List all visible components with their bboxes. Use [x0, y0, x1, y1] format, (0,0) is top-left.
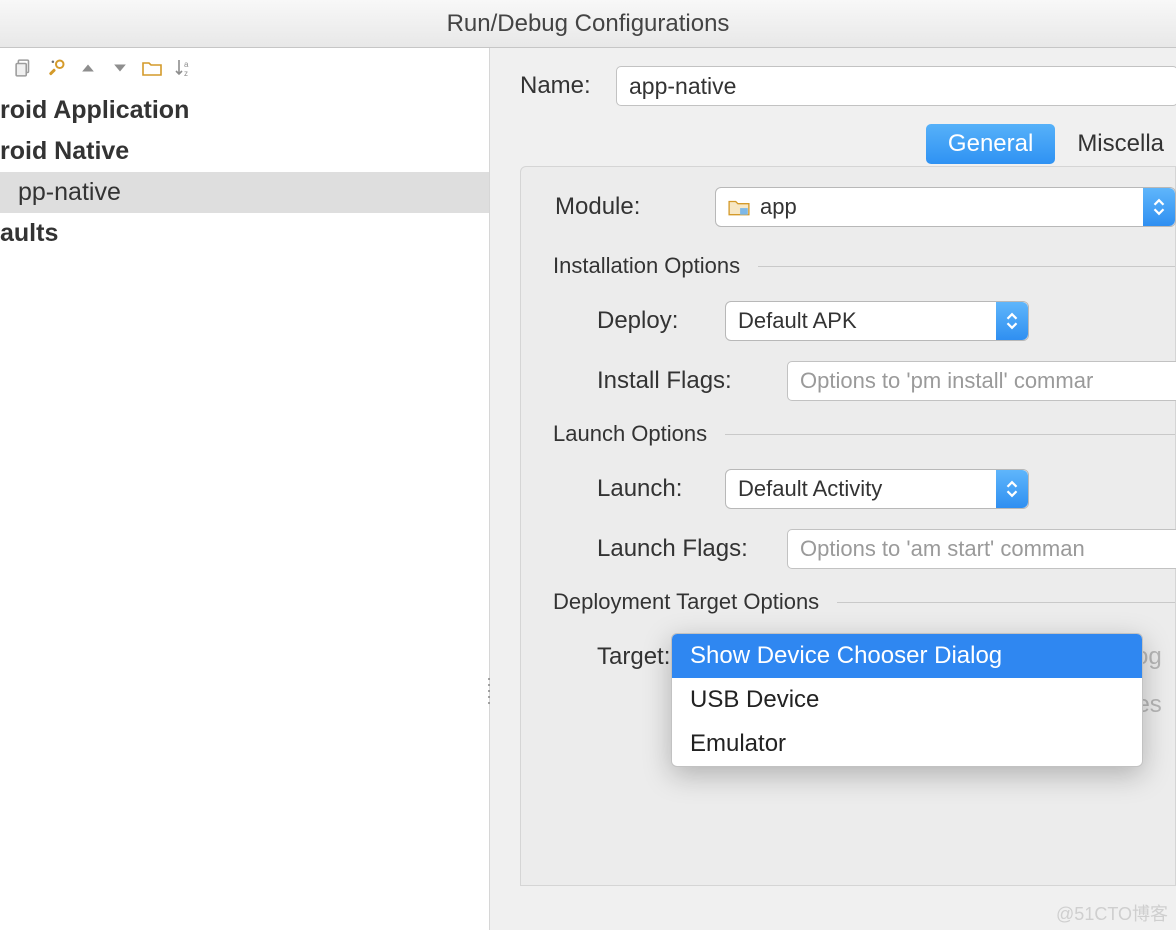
sidebar-toolbar: az	[0, 48, 489, 88]
sidebar: az roid Application roid Native pp-nativ…	[0, 48, 490, 930]
tree-item-defaults[interactable]: aults	[0, 213, 489, 254]
deploy-label: Deploy:	[597, 307, 725, 335]
tree-item-app-native[interactable]: pp-native	[0, 172, 489, 213]
move-down-icon[interactable]	[110, 58, 130, 78]
target-label: Target:	[597, 643, 675, 671]
copy-icon[interactable]	[14, 58, 34, 78]
install-flags-label: Install Flags:	[597, 367, 787, 395]
tab-general[interactable]: General	[926, 124, 1055, 164]
move-up-icon[interactable]	[78, 58, 98, 78]
config-tree: roid Application roid Native pp-native a…	[0, 88, 489, 254]
launch-flags-input[interactable]	[787, 529, 1176, 569]
config-panel: Name: General Miscella Module: app	[490, 48, 1176, 930]
sort-az-icon[interactable]: az	[174, 58, 194, 78]
target-option-chooser[interactable]: Show Device Chooser Dialog	[672, 634, 1142, 678]
folder-icon[interactable]	[142, 58, 162, 78]
name-label: Name:	[520, 72, 616, 100]
chevron-updown-icon	[1143, 188, 1175, 226]
svg-text:z: z	[184, 69, 188, 78]
section-deployment: Deployment Target Options	[553, 589, 1175, 615]
splitter-handle[interactable]	[486, 678, 492, 704]
target-option-usb[interactable]: USB Device	[672, 678, 1142, 722]
tab-bar: General Miscella	[520, 124, 1176, 164]
section-installation: Installation Options	[553, 253, 1175, 279]
launch-label: Launch:	[597, 475, 725, 503]
module-folder-icon	[728, 198, 750, 216]
svg-text:a: a	[184, 60, 189, 69]
window-title: Run/Debug Configurations	[0, 0, 1176, 48]
module-value: app	[760, 194, 797, 220]
launch-select[interactable]: Default Activity	[725, 469, 1029, 509]
wrench-settings-icon[interactable]	[46, 58, 66, 78]
section-launch: Launch Options	[553, 421, 1175, 447]
target-option-emulator[interactable]: Emulator	[672, 722, 1142, 766]
deploy-select[interactable]: Default APK	[725, 301, 1029, 341]
form-area: Module: app Installation Options Deploy	[520, 166, 1176, 886]
launch-value: Default Activity	[738, 476, 882, 502]
module-select[interactable]: app	[715, 187, 1176, 227]
launch-flags-label: Launch Flags:	[597, 535, 787, 563]
watermark: @51CTO博客	[1056, 900, 1168, 926]
deploy-value: Default APK	[738, 308, 857, 334]
target-dropdown: Show Device Chooser Dialog USB Device Em…	[671, 633, 1143, 767]
tree-item-android-app[interactable]: roid Application	[0, 90, 489, 131]
tree-item-android-native[interactable]: roid Native	[0, 131, 489, 172]
module-label: Module:	[555, 193, 715, 221]
chevron-updown-icon	[996, 302, 1028, 340]
tab-misc[interactable]: Miscella	[1055, 124, 1176, 164]
install-flags-input[interactable]	[787, 361, 1176, 401]
name-input[interactable]	[616, 66, 1176, 106]
chevron-updown-icon	[996, 470, 1028, 508]
